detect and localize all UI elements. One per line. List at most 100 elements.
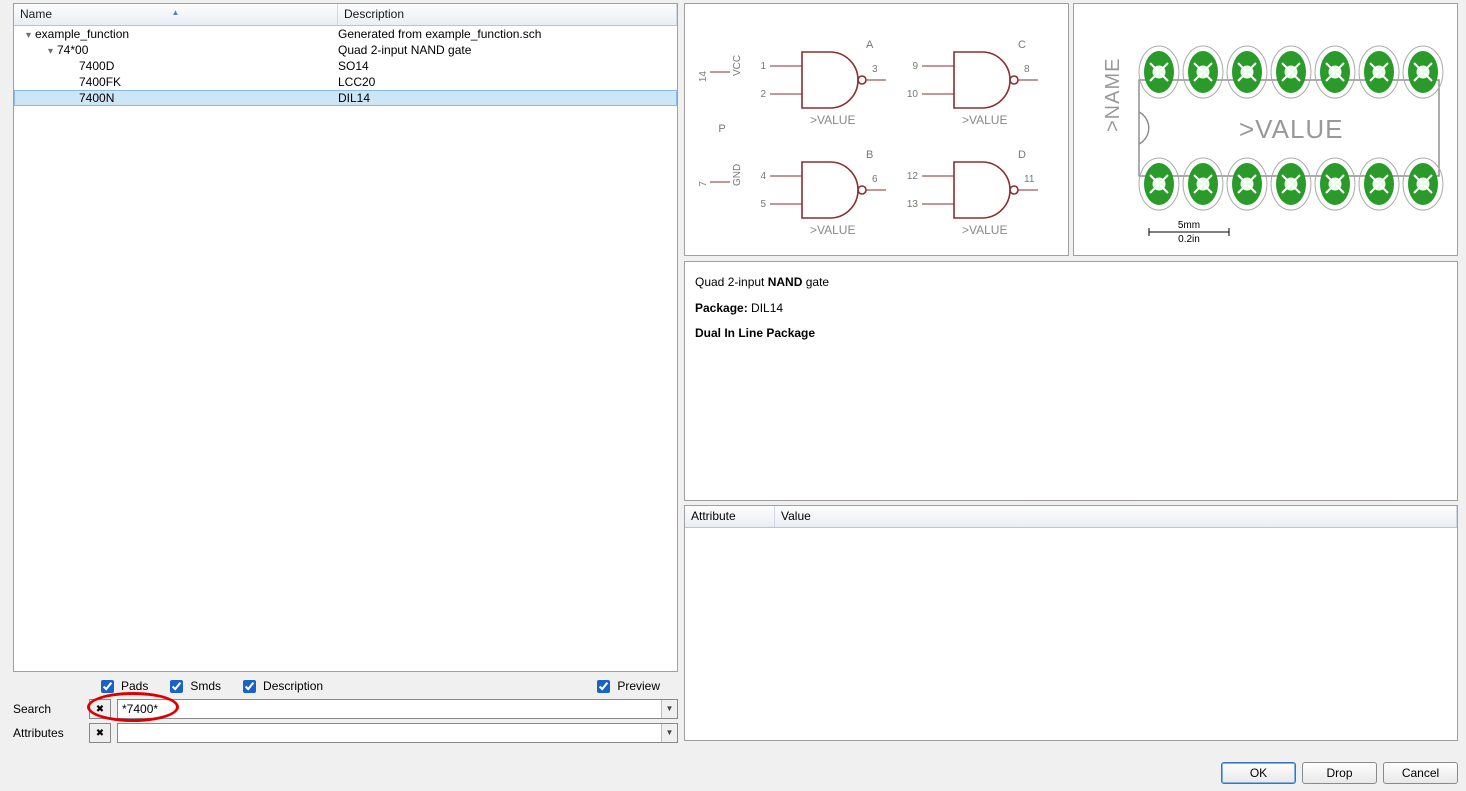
desc-text: Quad 2-input — [695, 275, 768, 289]
av-header: Attribute Value — [685, 506, 1457, 528]
attributes-dropdown-button[interactable]: ▼ — [661, 724, 677, 742]
search-row: Search ✖ ▼ — [13, 698, 678, 720]
svg-text:7: 7 — [698, 181, 709, 187]
attributes-combo: ▼ — [117, 723, 678, 743]
description-checkbox[interactable]: Description — [239, 677, 323, 696]
description-checkbox-input[interactable] — [243, 680, 256, 693]
footprint-preview-panel: >NAME>VALUE5mm0.2in — [1073, 3, 1458, 256]
pads-checkbox-label: Pads — [121, 679, 148, 693]
tree-item-name: 7400FK — [79, 75, 121, 89]
svg-text:14: 14 — [698, 71, 709, 83]
package-value: DIL14 — [748, 301, 783, 315]
tree-header: Name ▲ Description — [14, 4, 677, 26]
tree-item-name: example_function — [35, 27, 129, 41]
svg-text:P: P — [718, 123, 725, 135]
drop-button[interactable]: Drop — [1302, 762, 1377, 784]
svg-text:3: 3 — [872, 64, 878, 75]
column-header-value-label: Value — [781, 509, 811, 523]
description-line-1: Quad 2-input NAND gate — [695, 272, 1447, 294]
svg-text:2: 2 — [760, 89, 766, 100]
cancel-button[interactable]: Cancel — [1383, 762, 1458, 784]
parts-tree-panel: Name ▲ Description ▾example_functionGene… — [13, 3, 678, 672]
symbol-preview-panel: 14VCC7GNDP123A>VALUE9108C>VALUE456B>VALU… — [684, 3, 1069, 256]
svg-text:1: 1 — [760, 61, 766, 72]
chevron-down-icon: ▼ — [666, 704, 674, 713]
dialog-buttons: OK Drop Cancel — [1221, 762, 1458, 784]
svg-text:5mm: 5mm — [1177, 220, 1199, 231]
svg-text:6: 6 — [872, 174, 878, 185]
description-package: Package: DIL14 — [695, 298, 1447, 320]
svg-text:>VALUE: >VALUE — [962, 223, 1007, 237]
desc-text: gate — [802, 275, 829, 289]
tree-row[interactable]: 7400DSO14 — [14, 58, 677, 74]
attributes-row: Attributes ✖ ▼ — [13, 722, 678, 744]
column-header-value[interactable]: Value — [775, 506, 1457, 527]
av-body — [685, 528, 1457, 740]
search-combo: ▼ — [117, 699, 678, 719]
svg-text:>VALUE: >VALUE — [810, 113, 855, 127]
column-header-name-label: Name — [20, 7, 52, 21]
search-dropdown-button[interactable]: ▼ — [661, 700, 677, 718]
package-label: Package: — [695, 301, 748, 315]
svg-text:>VALUE: >VALUE — [810, 223, 855, 237]
ok-button[interactable]: OK — [1221, 762, 1296, 784]
attribute-value-panel: Attribute Value — [684, 505, 1458, 741]
preview-checkbox-label: Preview — [617, 679, 660, 693]
svg-text:B: B — [866, 149, 873, 161]
clear-icon: ✖ — [96, 728, 104, 739]
tree-row[interactable]: ▾74*00Quad 2-input NAND gate — [14, 42, 677, 58]
search-input[interactable] — [117, 699, 678, 719]
smds-checkbox[interactable]: Smds — [166, 677, 221, 696]
column-header-description[interactable]: Description — [338, 4, 677, 25]
attributes-input[interactable] — [117, 723, 678, 743]
preview-checkbox-input[interactable] — [597, 680, 610, 693]
tree-item-description: LCC20 — [338, 74, 677, 90]
pads-checkbox[interactable]: Pads — [97, 677, 148, 696]
svg-text:13: 13 — [906, 199, 918, 210]
svg-text:9: 9 — [912, 61, 918, 72]
svg-text:>NAME: >NAME — [1102, 58, 1124, 132]
tree-item-name: 74*00 — [57, 43, 88, 57]
sort-asc-icon: ▲ — [172, 8, 180, 17]
svg-text:5: 5 — [760, 199, 766, 210]
svg-text:A: A — [866, 39, 874, 51]
tree-item-name: 7400D — [79, 59, 114, 73]
schematic-symbol-svg: 14VCC7GNDP123A>VALUE9108C>VALUE456B>VALU… — [692, 12, 1062, 247]
footprint-svg: >NAME>VALUE5mm0.2in — [1081, 12, 1451, 247]
tree-row[interactable]: ▾example_functionGenerated from example_… — [14, 26, 677, 42]
tree-row[interactable]: 7400N DIL14 — [14, 90, 677, 106]
attributes-clear-button[interactable]: ✖ — [89, 723, 111, 743]
attributes-label: Attributes — [13, 726, 83, 740]
search-clear-button[interactable]: ✖ — [89, 699, 111, 719]
svg-text:11: 11 — [1024, 174, 1035, 185]
svg-text:10: 10 — [906, 89, 918, 100]
description-checkbox-label: Description — [263, 679, 323, 693]
svg-text:4: 4 — [760, 171, 766, 182]
svg-text:8: 8 — [1024, 64, 1030, 75]
svg-text:D: D — [1018, 149, 1026, 161]
svg-text:>VALUE: >VALUE — [962, 113, 1007, 127]
tree-item-name: 7400N — [79, 91, 114, 105]
smds-checkbox-label: Smds — [190, 679, 221, 693]
column-header-attribute[interactable]: Attribute — [685, 506, 775, 527]
filter-row: Pads Smds Description Preview — [13, 676, 678, 696]
tree-item-description: Quad 2-input NAND gate — [338, 42, 677, 58]
svg-text:GND: GND — [732, 164, 743, 186]
tree-item-description: Generated from example_function.sch — [338, 26, 677, 42]
description-panel: Quad 2-input NAND gate Package: DIL14 Du… — [684, 261, 1458, 501]
chevron-down-icon: ▼ — [666, 728, 674, 737]
preview-checkbox[interactable]: Preview — [593, 677, 660, 696]
svg-text:C: C — [1018, 39, 1026, 51]
pads-checkbox-input[interactable] — [101, 680, 114, 693]
desc-bold: Dual In Line Package — [695, 326, 815, 340]
column-header-description-label: Description — [344, 7, 404, 21]
search-label: Search — [13, 702, 83, 716]
smds-checkbox-input[interactable] — [170, 680, 183, 693]
tree-item-description: DIL14 — [338, 90, 677, 106]
tree-body[interactable]: ▾example_functionGenerated from example_… — [14, 26, 677, 671]
tree-row[interactable]: 7400FK LCC20 — [14, 74, 677, 90]
desc-bold: NAND — [768, 275, 803, 289]
column-header-attribute-label: Attribute — [691, 509, 736, 523]
column-header-name[interactable]: Name ▲ — [14, 4, 338, 25]
svg-text:12: 12 — [906, 171, 918, 182]
